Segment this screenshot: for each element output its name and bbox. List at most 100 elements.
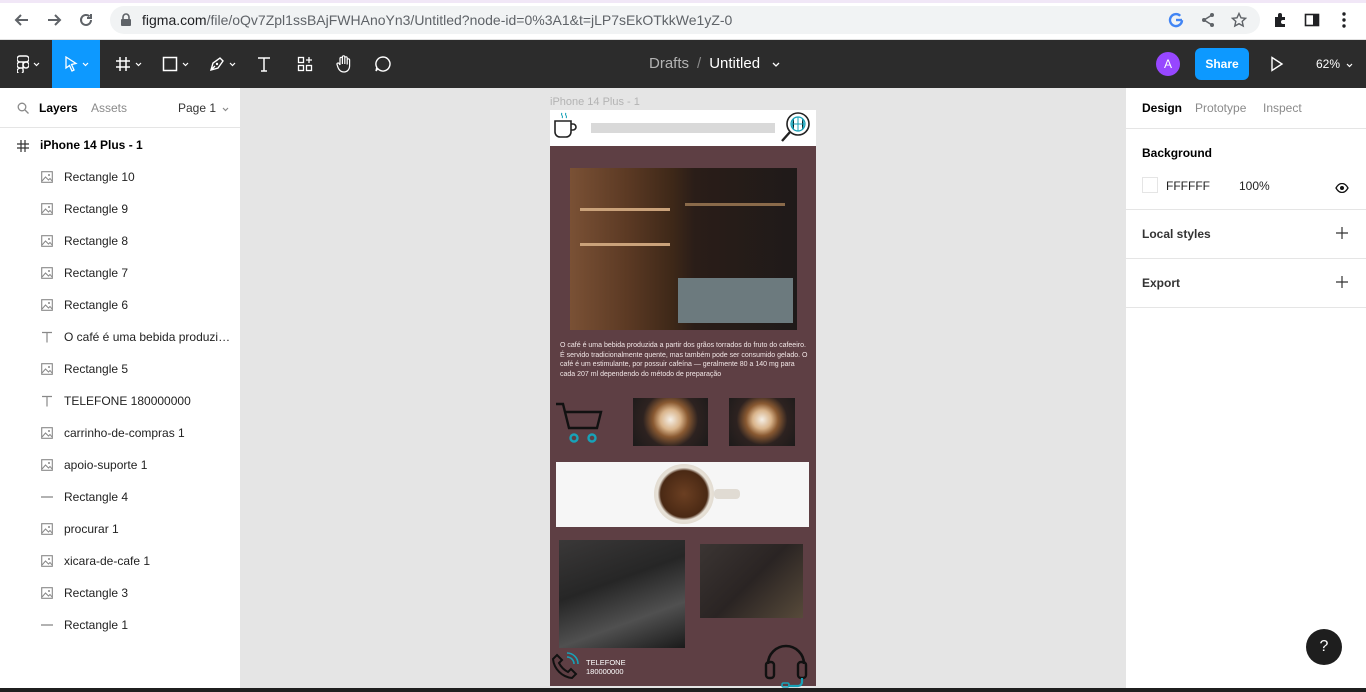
cafe-interior-image[interactable] [570,168,797,330]
drafts-link[interactable]: Drafts [649,55,689,72]
tab-layers[interactable]: Layers [39,101,78,115]
comment-tool-button[interactable] [369,40,397,88]
resources-button[interactable] [291,40,319,88]
layer-label: TELEFONE 180000000 [64,394,191,408]
add-export-plus-icon[interactable] [1334,274,1350,290]
layer-item[interactable]: O café é uma bebida produzid... [0,321,240,353]
background-section-title: Background [1142,146,1213,160]
help-button[interactable]: ? [1306,629,1342,665]
breadcrumb-separator: / [697,55,702,72]
layer-item[interactable]: Rectangle 9 [0,193,240,225]
frame-hash-icon [17,139,29,157]
layer-label: iPhone 14 Plus - 1 [40,138,143,152]
layer-item[interactable]: Rectangle 3 [0,577,240,609]
forward-arrow-icon[interactable] [43,9,65,31]
browser-menu-icon[interactable] [1334,10,1354,30]
frame-header[interactable] [550,110,816,146]
layer-item[interactable]: procurar 1 [0,513,240,545]
tab-inspect[interactable]: Inspect [1263,101,1302,115]
layer-item[interactable]: Rectangle 4 [0,481,240,513]
milk-pitcher-image[interactable] [700,544,803,618]
shape-tool-button[interactable] [155,40,195,88]
phone-icon[interactable] [550,651,580,686]
figma-window: figma.com/file/oQv7Zpl1ssBAjFWHAnoYn3/Un… [0,0,1366,692]
layer-label: xicara-de-cafe 1 [64,554,151,568]
add-style-plus-icon[interactable] [1334,225,1350,241]
phone-contact[interactable]: TELEFONE 180000000 [586,658,626,676]
image-icon [40,458,54,472]
chevron-down-icon [1346,63,1353,68]
hand-tool-button[interactable] [330,40,358,88]
address-bar[interactable]: figma.com/file/oQv7Zpl1ssBAjFWHAnoYn3/Un… [110,6,1260,34]
move-tool-button[interactable] [52,40,100,88]
image-icon [40,234,54,248]
share-button[interactable]: Share [1195,48,1249,80]
layer-item[interactable]: xicara-de-cafe 1 [0,545,240,577]
support-headset-icon[interactable] [762,638,810,688]
layer-label: Rectangle 3 [64,586,129,600]
layer-item[interactable]: carrinho-de-compras 1 [0,417,240,449]
text-tool-button[interactable] [250,40,278,88]
background-opacity-input[interactable]: 100% [1239,179,1270,193]
layer-item[interactable]: Rectangle 1 [0,609,240,641]
coffee-description[interactable]: O café é uma bebida produzida a partir d… [560,341,810,379]
layer-frame-root[interactable]: iPhone 14 Plus - 1 [0,129,240,161]
layer-item[interactable]: Rectangle 5 [0,353,240,385]
background-color-swatch[interactable] [1142,177,1158,193]
search-bar-placeholder[interactable] [591,123,775,133]
side-panel-icon[interactable] [1302,10,1322,30]
frame-name-label[interactable]: iPhone 14 Plus - 1 [550,96,640,108]
coffee-cup-icon[interactable] [552,111,578,146]
back-arrow-icon[interactable] [11,9,33,31]
lock-icon[interactable] [120,13,132,32]
background-hex-input[interactable]: FFFFFF [1166,179,1210,193]
layer-item[interactable]: Rectangle 6 [0,289,240,321]
chevron-down-icon [229,62,235,66]
page-selector[interactable]: Page 1 [178,101,229,115]
layer-item[interactable]: Rectangle 7 [0,257,240,289]
barista-image[interactable] [559,540,685,648]
user-avatar[interactable]: A [1156,52,1180,76]
layer-item[interactable]: apoio-suporte 1 [0,449,240,481]
bookmark-star-icon[interactable] [1230,11,1248,29]
coffee-beans-image[interactable] [556,462,809,527]
frame-body[interactable]: O café é uma bebida produzida a partir d… [550,146,816,688]
latte-art-image[interactable] [633,398,708,446]
iphone-frame[interactable]: O café é uma bebida produzida a partir d… [550,110,816,688]
shopping-cart-icon[interactable] [554,400,604,451]
present-play-icon[interactable] [1270,56,1284,77]
image-icon [40,202,54,216]
extensions-puzzle-icon[interactable] [1270,10,1290,30]
comment-bubble-icon [375,56,391,72]
search-icon[interactable] [17,101,29,119]
frame-tool-button[interactable] [108,40,148,88]
eye-visibility-icon[interactable] [1335,180,1349,198]
espresso-counter [678,278,793,323]
design-canvas[interactable]: iPhone 14 Plus - 1 O café é uma bebida p… [241,88,1125,688]
phone-number: 180000000 [586,667,624,676]
latte-art-image[interactable] [729,398,795,446]
file-name[interactable]: Untitled [709,55,760,72]
tab-prototype[interactable]: Prototype [1195,101,1246,115]
pen-tool-button[interactable] [202,40,242,88]
search-globe-icon[interactable] [778,110,812,151]
divider [1126,209,1366,210]
shelf [580,208,670,211]
chevron-down-icon[interactable] [772,62,780,67]
reload-icon[interactable] [75,9,97,31]
line-icon [40,490,54,504]
tab-assets[interactable]: Assets [91,101,127,115]
layer-label: Rectangle 6 [64,298,129,312]
share-page-icon[interactable] [1199,11,1217,29]
layer-item[interactable]: TELEFONE 180000000 [0,385,240,417]
layer-item[interactable]: Rectangle 10 [0,161,240,193]
layer-item[interactable]: Rectangle 8 [0,225,240,257]
properties-panel: Design Prototype Inspect Background FFFF… [1125,88,1366,688]
google-lens-icon[interactable] [1167,11,1185,29]
text-t-icon [40,330,54,344]
main-menu-button[interactable] [8,40,48,88]
tab-design[interactable]: Design [1142,101,1182,115]
zoom-menu[interactable]: 62% [1316,57,1353,71]
layer-label: Rectangle 1 [64,618,129,632]
image-icon [40,362,54,376]
